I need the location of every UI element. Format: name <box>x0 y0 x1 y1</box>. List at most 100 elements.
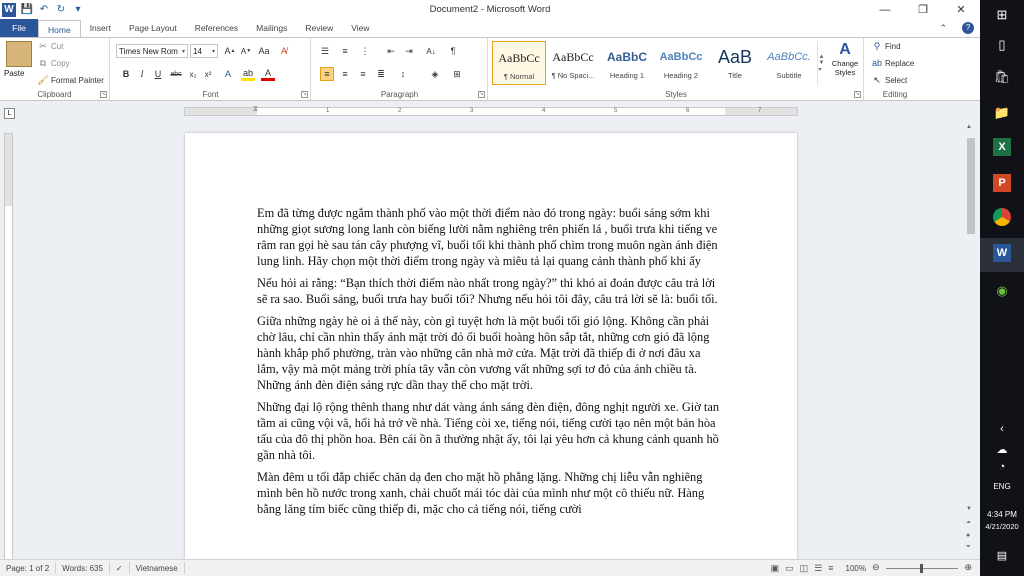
store-icon[interactable]: 🛍 <box>991 66 1013 88</box>
zoom-out-icon[interactable]: ⊖ <box>872 562 880 573</box>
tab-review[interactable]: Review <box>296 19 342 37</box>
increase-indent-icon[interactable]: ⇥ <box>402 44 416 58</box>
style-subtitle[interactable]: AaBbCc. Subtitle <box>762 41 816 85</box>
chrome-icon[interactable] <box>993 208 1011 226</box>
print-layout-icon[interactable]: ▣ <box>771 563 780 574</box>
paragraph[interactable]: Màn đêm u tối đắp chiếc chăn dạ đen cho … <box>257 469 723 517</box>
replace-button[interactable]: ab Replace <box>871 58 914 68</box>
document-body[interactable]: Em đã từng được ngắm thành phố vào một t… <box>257 205 723 523</box>
align-center-icon[interactable]: ≡ <box>338 67 352 81</box>
select-button[interactable]: ↖ Select <box>871 75 907 86</box>
strikethrough-icon[interactable]: abc <box>169 67 183 81</box>
shading-icon[interactable]: ◈ <box>428 67 442 81</box>
paragraph[interactable]: Nếu hỏi ai rằng: “Bạn thích thời điểm nà… <box>257 275 723 307</box>
clipboard-launcher-icon[interactable]: ↘ <box>100 91 107 98</box>
customize-qat-icon[interactable]: ▾ <box>71 3 85 17</box>
outline-icon[interactable]: ☰ <box>814 563 822 574</box>
paragraph[interactable]: Những đại lộ rộng thênh thang như dát và… <box>257 399 723 463</box>
proofing-icon[interactable]: ✓ <box>110 562 130 574</box>
find-button[interactable]: ⚲ Find <box>871 41 901 52</box>
wifi-icon[interactable]: ◔ <box>991 456 1013 478</box>
grow-font-icon[interactable]: A ▲ <box>223 44 237 58</box>
word-app-icon[interactable]: W <box>2 2 16 17</box>
paste-button[interactable]: Paste <box>4 69 24 78</box>
file-explorer-icon[interactable]: 📁 <box>991 102 1013 124</box>
undo-icon[interactable]: ↶ <box>37 3 51 17</box>
subscript-icon[interactable]: x₂ <box>186 67 200 81</box>
full-screen-icon[interactable]: ▭ <box>785 563 794 574</box>
document-page[interactable]: Em đã từng được ngắm thành phố vào một t… <box>185 133 797 563</box>
zoom-thumb[interactable] <box>920 564 923 573</box>
format-painter-button[interactable]: 🖌 Format Painter <box>37 75 104 86</box>
chevron-left-icon[interactable]: ‹ <box>991 418 1013 440</box>
redo-icon[interactable]: ↻ <box>54 3 68 17</box>
styles-launcher-icon[interactable]: ↘ <box>854 91 861 98</box>
next-page-icon[interactable]: ⏷ <box>966 544 971 551</box>
decrease-indent-icon[interactable]: ⇤ <box>384 44 398 58</box>
draft-icon[interactable]: ≡ <box>828 563 833 574</box>
align-right-icon[interactable]: ≡ <box>356 67 370 81</box>
text-effects-icon[interactable]: A <box>221 67 235 81</box>
superscript-icon[interactable]: x² <box>201 67 215 81</box>
change-case-icon[interactable]: Aa <box>257 44 271 58</box>
indent-marker-icon[interactable]: ⧖ <box>253 106 258 114</box>
tab-home[interactable]: Home <box>38 20 81 38</box>
help-icon[interactable]: ? <box>962 22 974 34</box>
change-styles-button[interactable]: A Change Styles <box>826 41 864 87</box>
bullets-icon[interactable]: ☰ <box>318 44 332 58</box>
italic-icon[interactable]: I <box>135 67 149 81</box>
style-normal[interactable]: AaBbCc ¶ Normal <box>492 41 546 85</box>
save-icon[interactable]: 💾 <box>20 3 34 17</box>
paragraph[interactable]: Em đã từng được ngắm thành phố vào một t… <box>257 205 723 269</box>
powerpoint-icon[interactable]: P <box>993 174 1011 192</box>
line-spacing-icon[interactable]: ↕ <box>396 67 410 81</box>
tab-file[interactable]: File <box>0 19 38 37</box>
font-color-icon[interactable]: A <box>261 67 275 81</box>
paragraph[interactable]: Giữa những ngày hè oi ả thế này, còn gì … <box>257 313 723 393</box>
style-heading-2[interactable]: AaBbCc Heading 2 <box>654 41 708 85</box>
word-count[interactable]: Words: 635 <box>56 562 110 574</box>
close-button[interactable]: ✕ <box>942 0 980 19</box>
style-title[interactable]: AaB Title <box>708 41 762 85</box>
page-count[interactable]: Page: 1 of 2 <box>0 562 57 574</box>
web-layout-icon[interactable]: ◫ <box>800 563 809 574</box>
multilevel-list-icon[interactable]: ⋮ <box>358 44 372 58</box>
tab-mailings[interactable]: Mailings <box>247 19 296 37</box>
clear-formatting-icon[interactable]: A̸ <box>277 44 291 58</box>
previous-page-icon[interactable]: ⏶ <box>966 520 971 527</box>
zoom-in-icon[interactable]: ⊕ <box>964 562 972 573</box>
styles-gallery-scroll[interactable]: ▲ ▼ ▾ <box>817 41 825 85</box>
tab-view[interactable]: View <box>342 19 378 37</box>
numbering-icon[interactable]: ≡ <box>338 44 352 58</box>
excel-icon[interactable]: X <box>993 138 1011 156</box>
font-name-combo[interactable]: Times New Rom ▾ <box>116 44 188 58</box>
align-left-icon[interactable]: ≡ <box>320 67 334 81</box>
zoom-level[interactable]: 100% <box>840 564 872 573</box>
language[interactable]: Vietnamese <box>130 562 185 574</box>
start-icon[interactable]: ⊞ <box>991 4 1013 26</box>
vertical-scrollbar[interactable]: ▲ ▼ ⏶ ● ⏷ <box>964 122 978 562</box>
app-icon[interactable]: ◉ <box>991 280 1013 302</box>
shrink-font-icon[interactable]: A ▼ <box>239 44 253 58</box>
task-view-icon[interactable]: ▯ <box>991 34 1013 56</box>
notification-icon[interactable]: ▤ <box>991 544 1013 566</box>
input-language[interactable]: ENG <box>980 482 1024 491</box>
horizontal-ruler[interactable]: ⧖ 1 2 3 4 5 6 7 <box>184 106 798 116</box>
paragraph-launcher-icon[interactable]: ↘ <box>478 91 485 98</box>
show-formatting-icon[interactable]: ¶ <box>446 44 460 58</box>
restore-button[interactable]: ❐ <box>904 0 942 19</box>
scroll-thumb[interactable] <box>967 138 975 234</box>
bold-icon[interactable]: B <box>119 67 133 81</box>
scroll-up-icon[interactable]: ▲ <box>966 124 972 130</box>
tab-page-layout[interactable]: Page Layout <box>120 19 186 37</box>
cut-button[interactable]: ✂ Cut <box>37 41 63 52</box>
tab-selector-icon[interactable]: L <box>4 108 15 119</box>
borders-icon[interactable]: ⊞ <box>450 67 464 81</box>
paste-icon[interactable] <box>6 41 32 67</box>
style-no-spacing[interactable]: AaBbCc ¶ No Spaci... <box>546 41 600 85</box>
font-launcher-icon[interactable]: ↘ <box>301 91 308 98</box>
word-taskbar-icon[interactable]: W <box>993 244 1011 262</box>
scroll-down-icon[interactable]: ▼ <box>966 506 972 512</box>
tab-insert[interactable]: Insert <box>81 19 120 37</box>
clock-time[interactable]: 4:34 PM <box>980 510 1024 519</box>
